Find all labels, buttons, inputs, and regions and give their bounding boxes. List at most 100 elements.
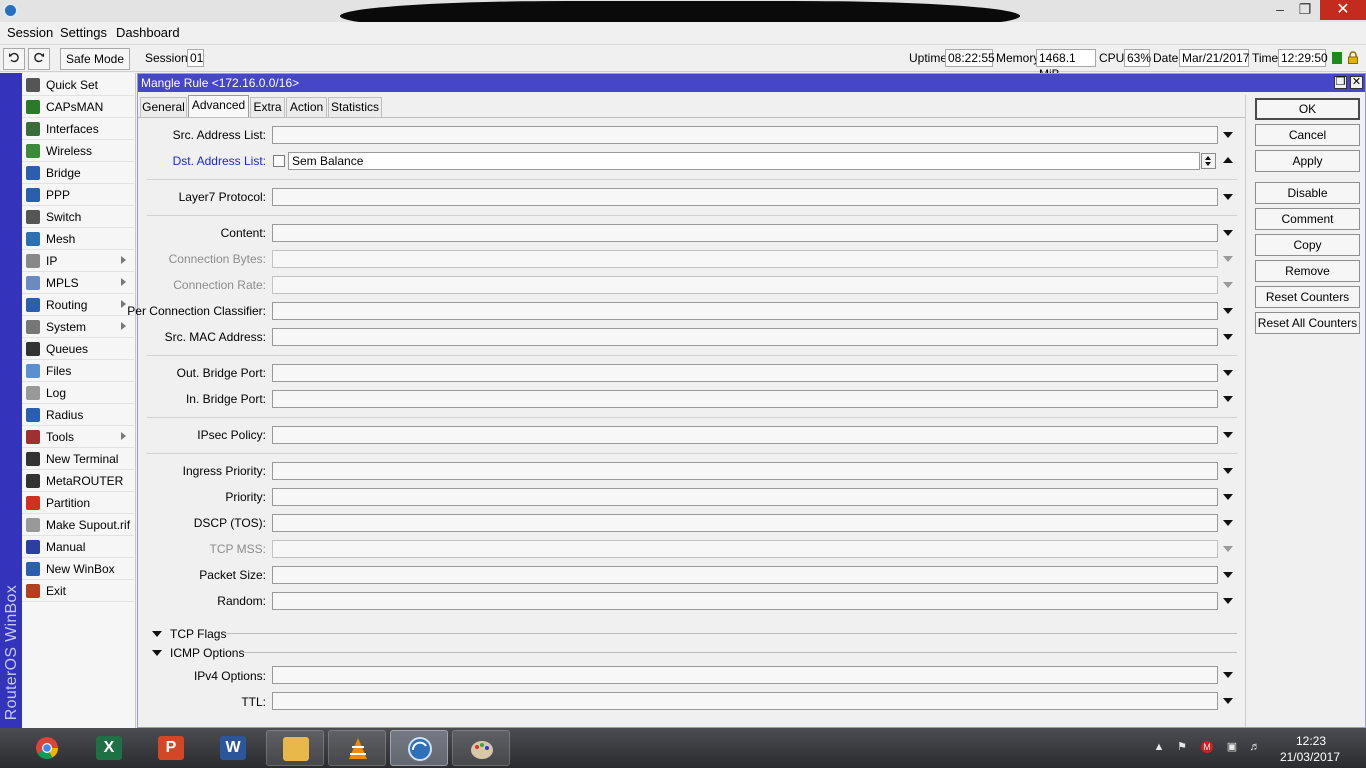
connection-rate-input[interactable] [272,276,1218,294]
sidebar-item-files[interactable]: Files [22,360,134,382]
layer7-protocol-dropdown-icon[interactable] [1223,194,1233,200]
taskbar-chrome[interactable] [18,730,76,766]
layer7-protocol-input[interactable] [272,188,1218,206]
connection-bytes-dropdown-icon[interactable] [1223,256,1233,262]
per-connection-classifier-input[interactable] [272,302,1218,320]
sidebar-item-tools[interactable]: Tools [22,426,134,448]
per-connection-classifier-dropdown-icon[interactable] [1223,308,1233,314]
sidebar-item-switch[interactable]: Switch [22,206,134,228]
sidebar-item-bridge[interactable]: Bridge [22,162,134,184]
sidebar-item-ip[interactable]: IP [22,250,134,272]
dialog-close-button[interactable]: ✕ [1350,76,1363,89]
comment-button[interactable]: Comment [1255,208,1360,230]
close-button[interactable]: ✕ [1320,0,1366,20]
random-input[interactable] [272,592,1218,610]
ipsec-policy-input[interactable] [272,426,1218,444]
tab-statistics[interactable]: Statistics [328,97,382,117]
out-bridge-port-dropdown-icon[interactable] [1223,370,1233,376]
taskbar-word[interactable]: W [204,730,262,766]
packet-size-input[interactable] [272,566,1218,584]
sidebar-item-quick-set[interactable]: Quick Set [22,74,134,96]
icmp-options-section[interactable]: ICMP Options [170,646,244,660]
menu-dashboard[interactable]: Dashboard [116,25,180,40]
random-dropdown-icon[interactable] [1223,598,1233,604]
tcp-flags-collapse-icon[interactable] [152,631,162,637]
sidebar-item-radius[interactable]: Radius [22,404,134,426]
ipsec-policy-dropdown-icon[interactable] [1223,432,1233,438]
sidebar-item-routing[interactable]: Routing [22,294,134,316]
tab-general[interactable]: General [140,97,187,117]
priority-input[interactable] [272,488,1218,506]
reset-counters-button[interactable]: Reset Counters [1255,286,1360,308]
clock-time[interactable]: 12:23 [1296,734,1326,748]
disable-button[interactable]: Disable [1255,182,1360,204]
src-address-list-dropdown-icon[interactable] [1223,132,1233,138]
maximize-button[interactable]: ❐ [1290,0,1320,20]
sidebar-item-ppp[interactable]: PPP [22,184,134,206]
priority-dropdown-icon[interactable] [1223,494,1233,500]
sidebar-item-mesh[interactable]: Mesh [22,228,134,250]
action-center-flag-icon[interactable]: ⚑ [1176,741,1188,753]
sidebar-item-partition[interactable]: Partition [22,492,134,514]
taskbar-vlc[interactable] [328,730,386,766]
clock-date[interactable]: 21/03/2017 [1280,750,1340,764]
network-icon[interactable]: ▣ [1226,741,1238,753]
ipv4-options-dropdown-icon[interactable] [1223,672,1233,678]
connection-bytes-input[interactable] [272,250,1218,268]
sidebar-item-manual[interactable]: Manual [22,536,134,558]
taskbar-powerpoint[interactable]: P [142,730,200,766]
menu-session[interactable]: Session [7,25,53,40]
tab-extra[interactable]: Extra [250,97,285,117]
content-input[interactable] [272,224,1218,242]
copy-button[interactable]: Copy [1255,234,1360,256]
icmp-options-collapse-icon[interactable] [152,650,162,656]
mcafee-icon[interactable]: M [1201,741,1213,753]
sidebar-item-metarouter[interactable]: MetaROUTER [22,470,134,492]
sidebar-item-interfaces[interactable]: Interfaces [22,118,134,140]
sidebar-item-log[interactable]: Log [22,382,134,404]
ttl-input[interactable] [272,692,1218,710]
taskbar-winbox[interactable] [390,730,448,766]
sidebar-item-wireless[interactable]: Wireless [22,140,134,162]
ttl-dropdown-icon[interactable] [1223,698,1233,704]
out-bridge-port-input[interactable] [272,364,1218,382]
src-mac-address-input[interactable] [272,328,1218,346]
tcp-mss-dropdown-icon[interactable] [1223,546,1233,552]
ingress-priority-dropdown-icon[interactable] [1223,468,1233,474]
ipv4-options-input[interactable] [272,666,1218,684]
dst-address-list-remove-icon[interactable] [1223,157,1233,163]
dst-address-list-negate-checkbox[interactable] [273,155,285,167]
ingress-priority-input[interactable] [272,462,1218,480]
volume-icon[interactable]: ♬ [1249,741,1261,753]
tab-advanced[interactable]: Advanced [188,95,249,118]
in-bridge-port-dropdown-icon[interactable] [1223,396,1233,402]
redo-button[interactable] [28,48,50,70]
dst-address-list-combo-button[interactable] [1201,153,1216,169]
undo-button[interactable] [3,48,25,70]
cancel-button[interactable]: Cancel [1255,124,1360,146]
dscp-dropdown-icon[interactable] [1223,520,1233,526]
in-bridge-port-input[interactable] [272,390,1218,408]
connection-rate-dropdown-icon[interactable] [1223,282,1233,288]
tab-action[interactable]: Action [286,97,327,117]
remove-button[interactable]: Remove [1255,260,1360,282]
sidebar-item-exit[interactable]: Exit [22,580,134,602]
taskbar-paint[interactable] [452,730,510,766]
sidebar-item-new-winbox[interactable]: New WinBox [22,558,134,580]
apply-button[interactable]: Apply [1255,150,1360,172]
sidebar-item-queues[interactable]: Queues [22,338,134,360]
ok-button[interactable]: OK [1255,98,1360,120]
show-hidden-icons[interactable]: ▲ [1153,741,1165,753]
safe-mode-button[interactable]: Safe Mode [60,48,130,70]
sidebar-item-capsman[interactable]: CAPsMAN [22,96,134,118]
sidebar-item-make-supout-rif[interactable]: Make Supout.rif [22,514,134,536]
packet-size-dropdown-icon[interactable] [1223,572,1233,578]
sidebar-item-mpls[interactable]: MPLS [22,272,134,294]
taskbar-file-explorer[interactable] [266,730,324,766]
tcp-flags-section[interactable]: TCP Flags [170,627,226,641]
dst-address-list-label[interactable]: Dst. Address List: [173,154,266,168]
reset-all-counters-button[interactable]: Reset All Counters [1255,312,1360,334]
menu-settings[interactable]: Settings [60,25,107,40]
content-dropdown-icon[interactable] [1223,230,1233,236]
src-mac-address-dropdown-icon[interactable] [1223,334,1233,340]
